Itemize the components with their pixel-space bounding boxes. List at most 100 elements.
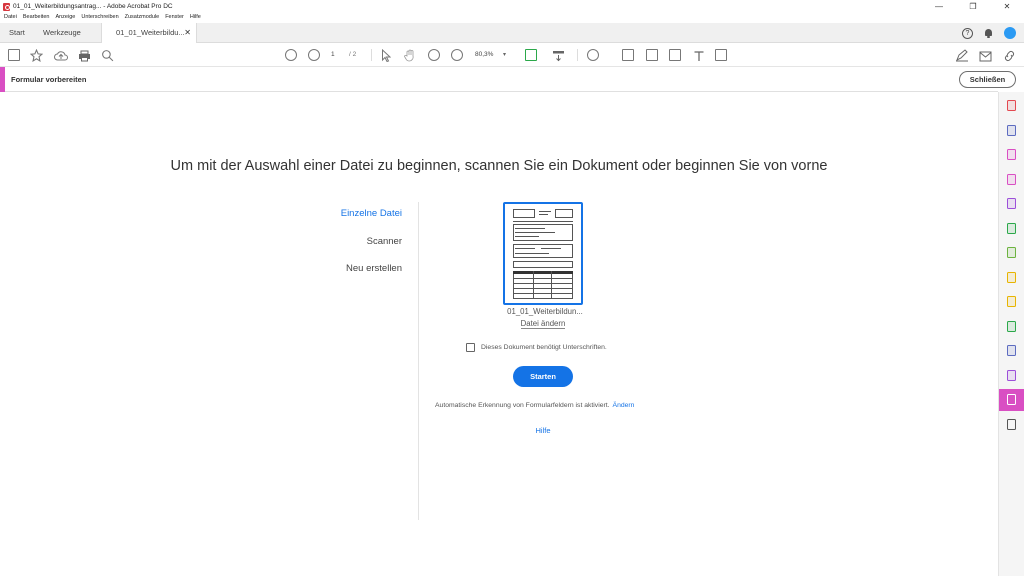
content-divider — [418, 202, 419, 520]
save-icon[interactable] — [8, 49, 20, 61]
rail-tool-icon — [1007, 345, 1016, 356]
signature-checkbox-label: Dieses Dokument benötigt Unterschriften. — [481, 344, 607, 351]
restore-button[interactable]: ❐ — [956, 0, 990, 13]
rail-tool-icon — [1007, 149, 1016, 160]
window-title: 01_01_Weiterbildungsantrag... - Adobe Ac… — [13, 3, 173, 10]
window-controls: — ❐ ✕ — [922, 0, 1024, 13]
rail-tool-icon — [1007, 198, 1016, 209]
sign-pen-icon[interactable] — [955, 49, 968, 62]
nav-single-file[interactable]: Einzelne Datei — [341, 208, 402, 219]
fit-page-icon[interactable] — [525, 49, 537, 61]
menu-zusatzmodule[interactable]: Zusatzmodule — [125, 12, 160, 23]
file-name-label: 01_01_Weiterbildun... — [507, 307, 583, 316]
zoom-out-icon[interactable] — [428, 49, 440, 61]
search-icon[interactable] — [101, 49, 114, 62]
mail-icon[interactable] — [979, 49, 992, 62]
prepare-form-bar: Formular vorbereiten Schließen — [0, 67, 1016, 92]
star-icon[interactable] — [29, 48, 44, 63]
zoom-level[interactable]: 80,3% — [475, 49, 493, 61]
prepare-form-title: Formular vorbereiten — [11, 75, 87, 84]
user-avatar[interactable] — [1004, 27, 1016, 39]
help-icon[interactable]: ? — [962, 27, 973, 39]
rail-tool-12[interactable] — [999, 365, 1024, 387]
tab-start[interactable]: Start — [9, 23, 25, 43]
rail-tool-13[interactable] — [999, 389, 1024, 411]
minimize-button[interactable]: — — [922, 0, 956, 13]
nav-scanner[interactable]: Scanner — [367, 236, 402, 247]
rail-tool-icon — [1007, 320, 1016, 332]
cloud-upload-icon[interactable] — [54, 49, 68, 61]
tab-document[interactable]: 01_01_Weiterbildu... ✕ — [101, 23, 197, 44]
rail-tool-icon — [1007, 296, 1016, 307]
auto-detect-change-link[interactable]: Ändern — [613, 402, 635, 409]
rail-tool-icon — [1007, 173, 1016, 185]
menu-bar: Datei Bearbeiten Anzeige Unterschreiben … — [0, 12, 207, 23]
previous-page-icon[interactable] — [285, 49, 297, 61]
select-cursor-icon[interactable] — [381, 48, 393, 63]
rail-tool-icon — [1007, 247, 1016, 258]
share-link-icon[interactable] — [1003, 49, 1015, 61]
help-link[interactable]: Hilfe — [523, 426, 563, 435]
zoom-dropdown-icon[interactable]: ▾ — [503, 49, 506, 61]
menu-fenster[interactable]: Fenster — [165, 12, 184, 23]
rail-tool-4[interactable] — [999, 169, 1024, 191]
signature-checkbox[interactable] — [466, 343, 475, 352]
page-total: / 2 — [349, 51, 357, 58]
tab-tools[interactable]: Werkzeuge — [43, 23, 81, 43]
text-t-icon[interactable] — [693, 49, 705, 61]
signature-checkbox-row[interactable]: Dieses Dokument benötigt Unterschriften. — [466, 343, 607, 352]
hand-tool-icon[interactable] — [404, 49, 416, 62]
main-toolbar: 1 / 2 80,3% ▾ — [0, 43, 1024, 67]
link-pages-icon[interactable] — [715, 49, 727, 61]
rail-tool-8[interactable] — [999, 267, 1024, 289]
toolbar-divider — [577, 49, 578, 61]
change-file-link[interactable]: Datei ändern — [503, 319, 583, 329]
thumbnail-page — [511, 207, 575, 301]
menu-datei[interactable]: Datei — [4, 12, 17, 23]
toolbar-divider — [371, 49, 372, 61]
rail-tool-1[interactable] — [999, 95, 1024, 117]
menu-hilfe[interactable]: Hilfe — [190, 12, 201, 23]
tools-settings-icon — [1007, 419, 1016, 430]
notification-bell-icon[interactable] — [984, 28, 993, 38]
rail-tool-6[interactable] — [999, 218, 1024, 240]
start-button[interactable]: Starten — [513, 366, 573, 387]
zoom-in-icon[interactable] — [451, 49, 463, 61]
formbar-accent — [0, 67, 5, 92]
page-current[interactable]: 1 — [331, 49, 335, 61]
rail-tool-7[interactable] — [999, 242, 1024, 264]
rail-tool-2[interactable] — [999, 120, 1024, 142]
top-right-icons: ? — [951, 23, 1016, 43]
acrobat-app-icon — [3, 2, 10, 11]
print-icon[interactable] — [78, 49, 90, 62]
rail-tool-icon — [1007, 271, 1016, 283]
tag-icon[interactable] — [646, 49, 658, 61]
auto-detect-text: Automatische Erkennung von Formularfelde… — [435, 402, 610, 409]
auto-detect-notice: Automatische Erkennung von Formularfelde… — [435, 402, 634, 409]
rail-tool-icon — [1007, 222, 1016, 234]
rail-tool-icon — [1007, 100, 1016, 111]
scroll-mode-icon[interactable] — [552, 49, 564, 62]
rail-tool-5[interactable] — [999, 193, 1024, 215]
rail-tool-11[interactable] — [999, 340, 1024, 362]
change-file-text: Datei ändern — [520, 319, 566, 329]
nav-create-new[interactable]: Neu erstellen — [346, 263, 402, 274]
page-headline: Um mit der Auswahl einer Datei zu beginn… — [170, 158, 828, 174]
menu-unterschreiben[interactable]: Unterschreiben — [81, 12, 118, 23]
rail-more-tools[interactable] — [999, 414, 1024, 436]
next-page-icon[interactable] — [308, 49, 320, 61]
menu-bearbeiten[interactable]: Bearbeiten — [23, 12, 50, 23]
menu-anzeige[interactable]: Anzeige — [55, 12, 75, 23]
document-thumbnail[interactable] — [503, 202, 583, 305]
right-tools-rail — [998, 92, 1024, 576]
tab-bar: Start Werkzeuge 01_01_Weiterbildu... ✕ ? — [0, 23, 1024, 44]
rail-tool-3[interactable] — [999, 144, 1024, 166]
rail-tool-9[interactable] — [999, 291, 1024, 313]
check-circle-icon[interactable] — [587, 49, 599, 61]
close-tool-button[interactable]: Schließen — [959, 71, 1016, 88]
close-window-button[interactable]: ✕ — [990, 0, 1024, 13]
tab-close-icon[interactable]: ✕ — [184, 23, 191, 43]
rail-tool-10[interactable] — [999, 316, 1024, 338]
image-icon[interactable] — [669, 49, 681, 61]
add-text-field-icon[interactable] — [622, 49, 634, 61]
